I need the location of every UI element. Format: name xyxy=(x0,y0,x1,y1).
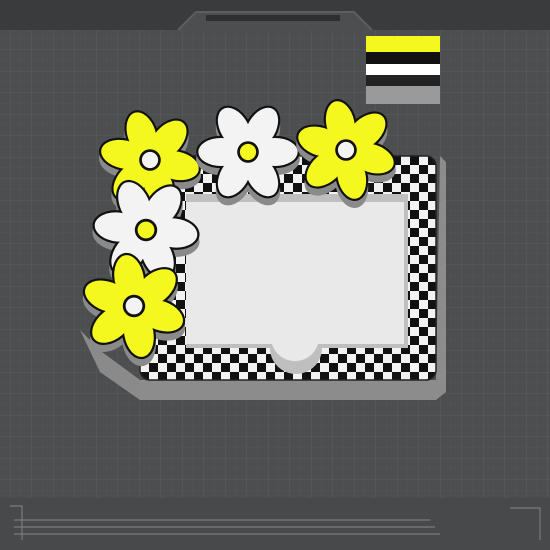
photo-recess xyxy=(186,202,404,362)
flower-center xyxy=(337,141,355,159)
flower-center xyxy=(141,151,159,169)
flower-center xyxy=(137,221,155,239)
build-plate-scene[interactable] xyxy=(0,0,550,550)
flower-center xyxy=(239,143,257,161)
flower-center xyxy=(125,297,143,315)
swatch-yellow xyxy=(366,36,440,52)
swatch-white xyxy=(366,64,440,75)
color-swatch-block[interactable] xyxy=(366,36,440,104)
swatch-dark xyxy=(366,75,440,86)
swatch-black xyxy=(366,52,440,64)
plate-notch xyxy=(206,15,340,21)
3d-viewport[interactable] xyxy=(0,0,550,550)
